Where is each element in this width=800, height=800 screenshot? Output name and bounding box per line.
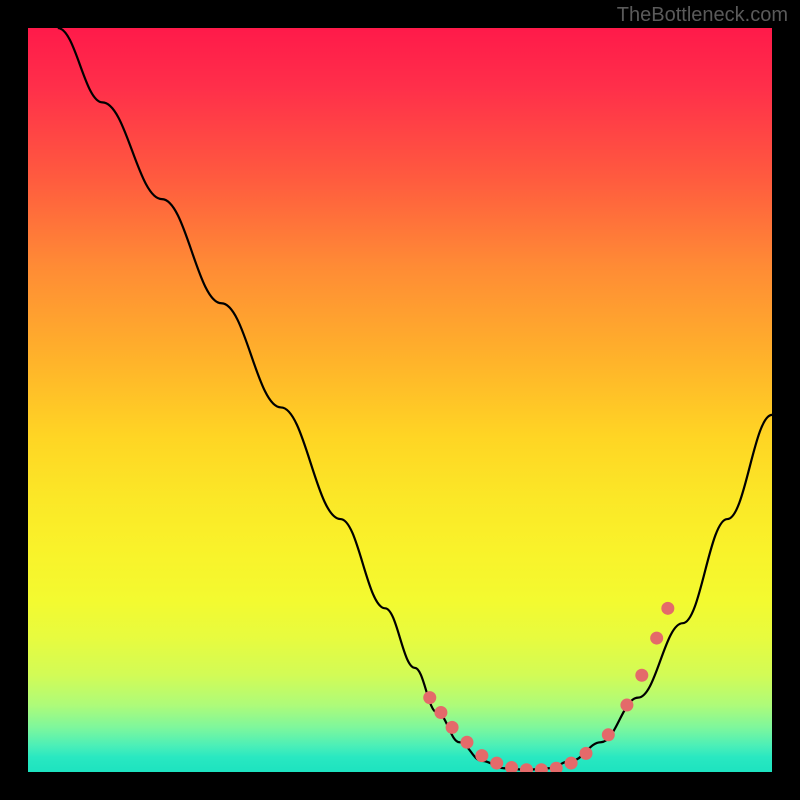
marker-dot bbox=[650, 632, 663, 645]
chart-overlay-svg bbox=[28, 28, 772, 772]
chart-plot-area bbox=[28, 28, 772, 772]
marker-dot bbox=[580, 747, 593, 760]
marker-dot bbox=[460, 736, 473, 749]
marker-dot bbox=[602, 728, 615, 741]
marker-dot bbox=[505, 761, 518, 772]
watermark-text: TheBottleneck.com bbox=[617, 4, 788, 27]
marker-dot bbox=[520, 763, 533, 772]
bottleneck-curve bbox=[58, 28, 772, 770]
marker-dot bbox=[535, 763, 548, 772]
marker-dot bbox=[475, 749, 488, 762]
marker-dot bbox=[446, 721, 459, 734]
marker-dot bbox=[661, 602, 674, 615]
marker-dot bbox=[423, 691, 436, 704]
marker-group bbox=[423, 602, 674, 772]
marker-dot bbox=[434, 706, 447, 719]
marker-dot bbox=[620, 699, 633, 712]
marker-dot bbox=[635, 669, 648, 682]
marker-dot bbox=[565, 757, 578, 770]
marker-dot bbox=[490, 757, 503, 770]
